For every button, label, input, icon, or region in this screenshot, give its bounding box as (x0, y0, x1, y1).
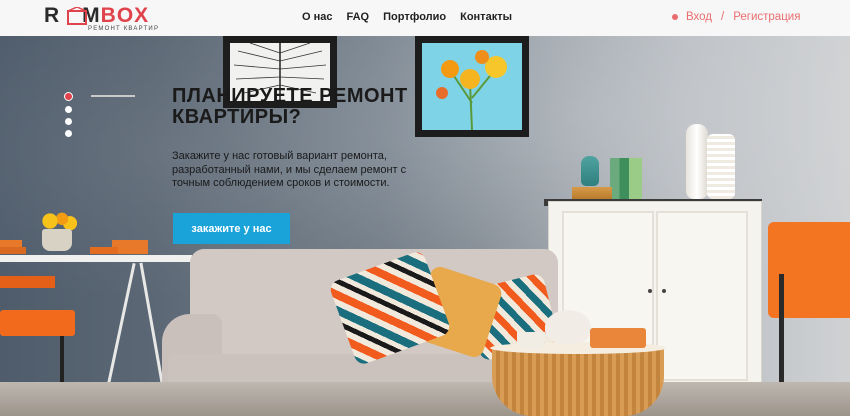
slider-dot-1[interactable] (64, 92, 73, 101)
slider-dots (64, 92, 73, 142)
logo[interactable]: R MBOX РЕМОНТ КВАРТИР (44, 4, 164, 32)
nav-item-portfolio[interactable]: Портфолио (383, 11, 446, 23)
hero-section: ПЛАНИРУЕТЕ РЕМОНТ КВАРТИРЫ? Закажите у н… (0, 36, 850, 416)
floor (0, 382, 850, 416)
register-link[interactable]: Регистрация (733, 11, 800, 23)
order-button[interactable]: закажите у нас (173, 213, 290, 244)
site-header: R MBOX РЕМОНТ КВАРТИР О нас FAQ Портфолио… (0, 0, 850, 36)
logo-tagline: РЕМОНТ КВАРТИР (88, 26, 160, 32)
hero-description: Закажите у нас готовый вариант ремонта, … (172, 150, 407, 189)
nav-item-contacts[interactable]: Контакты (460, 11, 512, 23)
white-vase-2 (707, 134, 735, 199)
flower-pot (42, 229, 72, 251)
slider-line (91, 95, 135, 97)
auth-links: Вход / Регистрация (672, 11, 800, 23)
standing-books (610, 158, 642, 200)
white-vase-1 (686, 124, 708, 199)
hero-title: ПЛАНИРУЕТЕ РЕМОНТ КВАРТИРЫ? (172, 85, 408, 128)
desk (0, 255, 192, 262)
teal-vase (581, 156, 599, 186)
flat-books (572, 187, 612, 199)
wicker-table (492, 346, 664, 416)
cabinet-door-right (656, 211, 748, 381)
cabinet-knob-right (662, 289, 666, 293)
nav-item-about[interactable]: О нас (302, 11, 333, 23)
left-chair-back (0, 276, 55, 288)
left-chair-seat (0, 310, 75, 336)
right-chair-frame (779, 274, 784, 394)
cabinet-knob-left (648, 289, 652, 293)
book-stack-2 (0, 247, 26, 254)
slider-dot-2[interactable] (65, 106, 72, 113)
slider-dot-4[interactable] (65, 130, 72, 137)
teapot (545, 310, 591, 344)
orange-book (90, 247, 118, 254)
login-dot-icon (672, 14, 678, 20)
slider-dot-3[interactable] (65, 118, 72, 125)
main-nav: О нас FAQ Портфолио Контакты (302, 11, 526, 23)
cup (517, 332, 545, 350)
auth-separator: / (721, 11, 725, 23)
logo-wordmark: R MBOX (44, 4, 150, 27)
logo-box-icon (67, 7, 87, 25)
nav-item-faq[interactable]: FAQ (347, 11, 370, 23)
left-chair-leg (60, 336, 64, 386)
orange-tray (590, 328, 646, 348)
login-link[interactable]: Вход (686, 11, 712, 23)
